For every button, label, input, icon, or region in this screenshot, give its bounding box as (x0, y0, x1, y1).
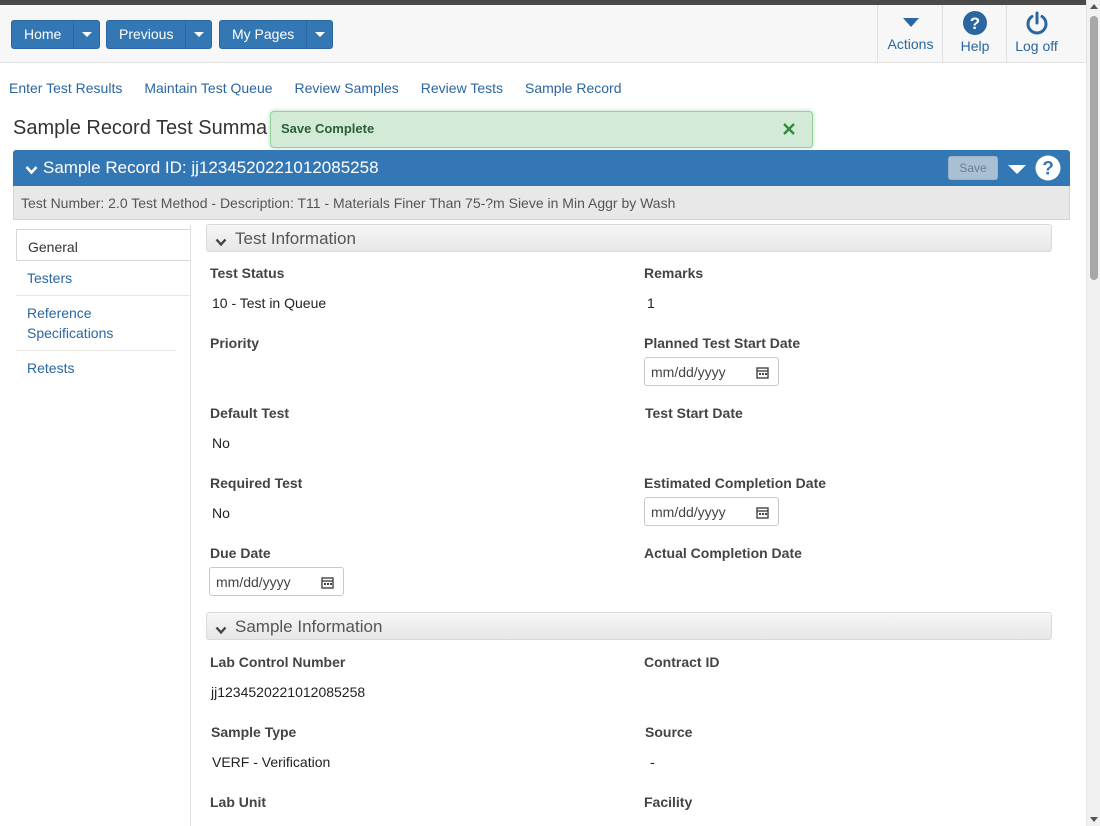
previous-button[interactable]: Previous (107, 21, 185, 48)
calendar-icon[interactable] (756, 506, 769, 519)
tab-general[interactable]: General (16, 229, 191, 261)
lab-unit-label: Lab Unit (210, 794, 266, 810)
chevron-down-icon (193, 32, 204, 37)
nav-sample-record[interactable]: Sample Record (525, 80, 622, 96)
my-pages-button[interactable]: My Pages (220, 21, 306, 48)
my-pages-dropdown-button[interactable] (306, 21, 332, 48)
nav-review-samples[interactable]: Review Samples (295, 80, 399, 96)
estimated-completion-date-field[interactable] (644, 497, 779, 526)
lab-control-number-value: jj1234520221012085258 (211, 684, 366, 700)
test-information-title: Test Information (235, 229, 356, 248)
nav-maintain-test-queue[interactable]: Maintain Test Queue (144, 80, 272, 96)
chevron-down-icon (314, 32, 325, 37)
priority-label: Priority (210, 335, 260, 351)
page-scrollbar[interactable] (1086, 0, 1100, 826)
tab-testers[interactable]: Testers (16, 261, 191, 296)
default-test-value: No (212, 435, 230, 451)
sample-information-title: Sample Information (235, 617, 383, 636)
estimated-completion-date-input[interactable] (651, 504, 751, 520)
home-dropdown-button[interactable] (73, 21, 99, 48)
log-off-button[interactable]: Log off (1006, 5, 1066, 63)
log-off-label: Log off (1015, 38, 1058, 54)
home-split-button: Home (11, 20, 101, 49)
chevron-down-icon (215, 622, 227, 638)
nav-links: Enter Test Results Maintain Test Queue R… (9, 80, 644, 96)
chevron-down-icon (81, 32, 92, 37)
save-complete-toast: Save Complete (270, 111, 813, 148)
actual-completion-date-label: Actual Completion Date (644, 545, 802, 561)
contract-id-label: Contract ID (644, 654, 720, 670)
estimated-completion-date-label: Estimated Completion Date (644, 475, 827, 491)
svg-text:?: ? (970, 14, 980, 33)
due-date-field[interactable] (209, 567, 344, 596)
scroll-up-arrow-icon[interactable] (1090, 4, 1098, 9)
nav-enter-test-results[interactable]: Enter Test Results (9, 80, 122, 96)
page-title: Sample Record Test Summa (13, 117, 268, 139)
required-test-value: No (212, 505, 230, 521)
calendar-icon[interactable] (756, 366, 769, 379)
sample-type-value: VERF - Verification (212, 754, 331, 770)
remarks-label: Remarks (644, 265, 704, 281)
due-date-input[interactable] (216, 574, 316, 590)
content-divider (190, 225, 191, 826)
power-icon (1026, 11, 1047, 35)
caret-down-icon (902, 18, 919, 27)
chevron-down-icon (25, 166, 38, 175)
home-button[interactable]: Home (12, 21, 73, 48)
actions-label: Actions (887, 36, 934, 52)
scroll-down-arrow-icon[interactable] (1090, 817, 1098, 822)
default-test-label: Default Test (210, 405, 290, 421)
scroll-thumb[interactable] (1090, 16, 1098, 280)
collapse-record-button[interactable] (25, 162, 38, 178)
toast-close-button[interactable] (782, 122, 796, 139)
record-options-dropdown-icon[interactable] (1008, 165, 1026, 174)
source-label: Source (645, 724, 693, 740)
record-title: Sample Record ID: jj1234520221012085258 (43, 158, 379, 177)
save-button[interactable]: Save (948, 156, 998, 180)
source-value: - (650, 754, 655, 770)
help-button[interactable]: ? Help (942, 5, 1007, 63)
tab-retests[interactable]: Retests (16, 351, 191, 385)
actions-button[interactable]: Actions (877, 5, 943, 63)
due-date-label: Due Date (210, 545, 271, 561)
my-pages-split-button: My Pages (219, 20, 334, 49)
calendar-icon[interactable] (321, 576, 334, 589)
sample-type-label: Sample Type (211, 724, 297, 740)
previous-split-button: Previous (106, 20, 213, 49)
test-method-subheader: Test Number: 2.0 Test Method - Descripti… (13, 186, 1070, 220)
nav-review-tests[interactable]: Review Tests (421, 80, 503, 96)
sample-information-section-header[interactable]: Sample Information (206, 612, 1052, 640)
test-information-section-header[interactable]: Test Information (206, 224, 1052, 252)
required-test-label: Required Test (210, 475, 303, 491)
help-circle-icon: ? (963, 11, 987, 35)
planned-test-start-date-input[interactable] (651, 364, 751, 380)
close-icon (783, 123, 795, 135)
planned-test-start-date-label: Planned Test Start Date (644, 335, 801, 351)
svg-text:?: ? (1042, 159, 1054, 180)
app-header: Home Previous My Pages Actions ? Help Lo… (0, 5, 1086, 63)
record-help-button[interactable]: ? (1035, 155, 1061, 184)
tab-reference-specifications[interactable]: Reference Specifications (16, 296, 176, 351)
planned-test-start-date-field[interactable] (644, 357, 779, 386)
chevron-down-icon (215, 234, 227, 250)
test-status-label: Test Status (210, 265, 285, 281)
facility-label: Facility (644, 794, 693, 810)
help-circle-icon: ? (1035, 155, 1061, 181)
toast-message: Save Complete (281, 121, 375, 136)
record-header-bar: Sample Record ID: jj1234520221012085258 … (13, 150, 1070, 186)
help-label: Help (960, 38, 990, 54)
test-start-date-label: Test Start Date (645, 405, 743, 421)
side-tabs: General Testers Reference Specifications… (16, 229, 191, 385)
lab-control-number-label: Lab Control Number (210, 654, 346, 670)
previous-dropdown-button[interactable] (185, 21, 211, 48)
test-status-value: 10 - Test in Queue (212, 295, 327, 311)
remarks-value: 1 (647, 295, 655, 311)
